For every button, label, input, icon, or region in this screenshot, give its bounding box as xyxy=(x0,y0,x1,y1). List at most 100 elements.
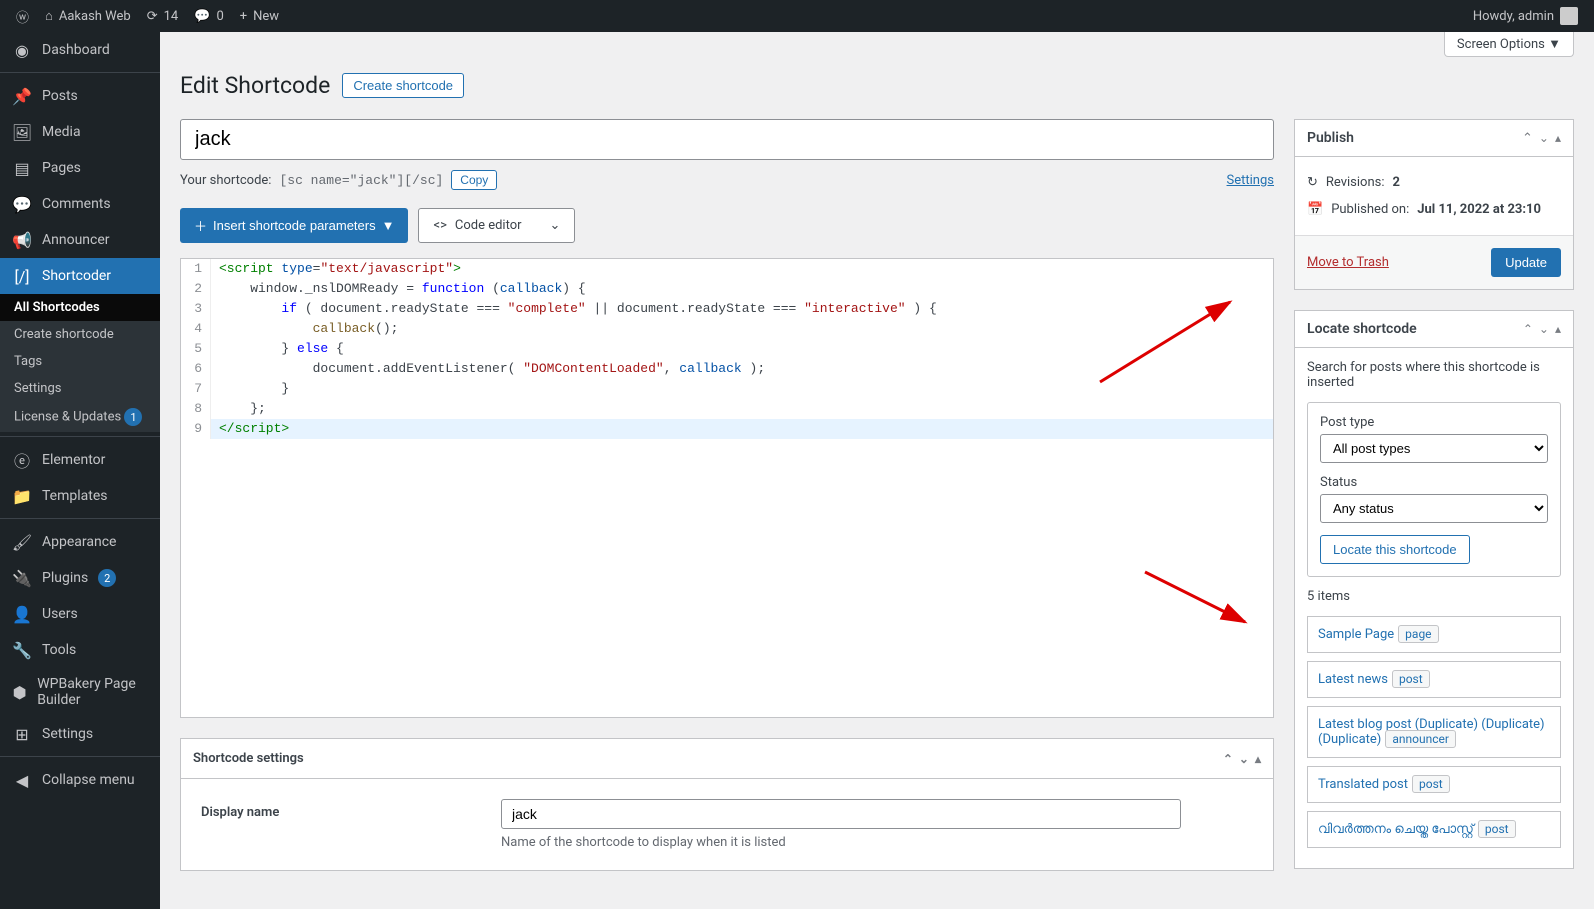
dashboard-icon: ◉ xyxy=(12,40,32,60)
screen-options-toggle[interactable]: Screen Options ▼ xyxy=(1444,32,1574,57)
copy-button[interactable]: Copy xyxy=(451,170,497,190)
result-item: വിവർത്തനം ചെയ്ത പോസ്റ്റ്post xyxy=(1307,811,1561,848)
chevron-down-icon[interactable]: ⌄ xyxy=(1539,131,1549,146)
settings-link[interactable]: Settings xyxy=(1227,173,1274,188)
comments-count: 0 xyxy=(216,9,223,24)
submenu-all-shortcodes[interactable]: All Shortcodes xyxy=(0,294,160,321)
sidebar-item-comments[interactable]: 💬Comments xyxy=(0,186,160,222)
locate-title: Locate shortcode xyxy=(1307,321,1417,337)
submenu-create-shortcode[interactable]: Create shortcode xyxy=(0,321,160,348)
sidebar-item-users[interactable]: 👤Users xyxy=(0,596,160,632)
site-name[interactable]: ⌂Aakash Web xyxy=(37,0,139,32)
my-account[interactable]: Howdy, admin xyxy=(1465,0,1586,32)
sidebar-item-plugins[interactable]: 🔌Plugins 2 xyxy=(0,560,160,596)
sidebar-item-label: Templates xyxy=(42,488,108,504)
sidebar-item-label: Settings xyxy=(42,726,93,742)
shortcoder-submenu: All Shortcodes Create shortcode Tags Set… xyxy=(0,294,160,432)
submenu-license[interactable]: License & Updates 1 xyxy=(0,402,160,432)
update-button[interactable]: Update xyxy=(1491,248,1561,277)
insert-parameters-button[interactable]: ＋Insert shortcode parameters▼ xyxy=(180,208,408,243)
sidebar-item-wpbakery[interactable]: ⬢WPBakery Page Builder xyxy=(0,668,160,716)
wp-logo[interactable]: ⓦ xyxy=(8,0,37,32)
create-shortcode-button[interactable]: Create shortcode xyxy=(342,73,464,98)
toggle-icon[interactable]: ▴ xyxy=(1555,131,1561,146)
comment-icon: 💬 xyxy=(194,9,210,24)
howdy-label: Howdy, admin xyxy=(1473,9,1554,24)
result-type: post xyxy=(1412,775,1450,793)
result-link[interactable]: Translated post xyxy=(1318,777,1408,792)
move-to-trash-link[interactable]: Move to Trash xyxy=(1307,255,1389,270)
editor-label: Code editor xyxy=(455,218,522,233)
chevron-up-icon[interactable]: ⌃⌄▴ xyxy=(1522,131,1561,146)
result-type: announcer xyxy=(1385,730,1456,748)
sidebar-item-pages[interactable]: ▤Pages xyxy=(0,150,160,186)
sidebar-item-elementor[interactable]: ⓔElementor xyxy=(0,442,160,478)
result-link[interactable]: Latest news xyxy=(1318,672,1388,687)
line-number: 2 xyxy=(181,279,211,299)
submenu-label: License & Updates xyxy=(14,410,121,425)
sidebar-item-settings[interactable]: ⊞Settings xyxy=(0,716,160,752)
chevron-up-icon[interactable]: ⌃ xyxy=(1523,322,1533,336)
new-label: New xyxy=(253,9,279,24)
page-title: Edit Shortcode xyxy=(180,72,330,99)
sidebar-item-posts[interactable]: 📌Posts xyxy=(0,78,160,114)
shortcoder-icon: [/] xyxy=(12,266,32,286)
updates[interactable]: ⟳14 xyxy=(139,0,187,32)
sidebar-item-templates[interactable]: 📁 Templates xyxy=(0,478,160,514)
line-number: 5 xyxy=(181,339,211,359)
line-number: 4 xyxy=(181,319,211,339)
sidebar-item-announcer[interactable]: 📢Announcer xyxy=(0,222,160,258)
sidebar-item-dashboard[interactable]: ◉ Dashboard xyxy=(0,32,160,68)
sidebar-item-label: Announcer xyxy=(42,232,110,248)
collapse-icon: ◀ xyxy=(12,770,32,790)
admin-sidebar: ◉ Dashboard 📌Posts 🖼Media ▤Pages 💬Comment… xyxy=(0,32,160,909)
sidebar-item-appearance[interactable]: 🖌Appearance xyxy=(0,524,160,560)
shortcode-code: [sc name="jack"][/sc] xyxy=(279,173,443,188)
revisions-icon: ↻ xyxy=(1307,175,1318,190)
published-label: Published on: xyxy=(1331,202,1409,217)
submenu-settings[interactable]: Settings xyxy=(0,375,160,402)
sidebar-item-label: Pages xyxy=(42,160,81,176)
locate-button[interactable]: Locate this shortcode xyxy=(1320,535,1470,564)
submenu-tags[interactable]: Tags xyxy=(0,348,160,375)
publish-box: Publish ⌃⌄▴ ↻Revisions: 2 📅Published on:… xyxy=(1294,119,1574,290)
code-editor[interactable]: 1<script type="text/javascript"> 2 windo… xyxy=(180,258,1274,718)
line-number: 9 xyxy=(181,419,211,439)
display-name-desc: Name of the shortcode to display when it… xyxy=(501,835,1253,850)
toggle-icon[interactable]: ▴ xyxy=(1255,752,1261,766)
result-link[interactable]: വിവർത്തനം ചെയ്ത പോസ്റ്റ് xyxy=(1318,822,1474,837)
brush-icon: 🖌 xyxy=(12,532,32,552)
comments[interactable]: 💬0 xyxy=(186,0,232,32)
editor-type-select[interactable]: <>Code editor⌄ xyxy=(418,208,575,243)
sidebar-item-collapse[interactable]: ◀ Collapse menu xyxy=(0,762,160,798)
sidebar-item-tools[interactable]: 🔧Tools xyxy=(0,632,160,668)
sidebar-item-label: Dashboard xyxy=(42,42,110,58)
menu-separator xyxy=(0,514,160,519)
wrench-icon: 🔧 xyxy=(12,640,32,660)
plugin-icon: 🔌 xyxy=(12,568,32,588)
published-date: Jul 11, 2022 at 23:10 xyxy=(1417,202,1541,217)
post-type-select[interactable]: All post types xyxy=(1320,434,1548,463)
result-link[interactable]: Sample Page xyxy=(1318,627,1394,642)
status-label: Status xyxy=(1320,475,1548,490)
result-item: Sample Pagepage xyxy=(1307,616,1561,653)
chevron-down-icon[interactable]: ⌄ xyxy=(1239,752,1249,766)
chevron-down-icon[interactable]: ⌄ xyxy=(1539,322,1549,336)
sidebar-item-shortcoder[interactable]: [/]Shortcoder xyxy=(0,258,160,294)
chevron-up-icon[interactable]: ⌃ xyxy=(1223,752,1233,766)
shortcode-title-input[interactable] xyxy=(180,119,1274,160)
revisions-count: 2 xyxy=(1393,175,1400,190)
new-content[interactable]: +New xyxy=(232,0,287,32)
updates-count: 14 xyxy=(164,9,179,24)
wordpress-icon: ⓦ xyxy=(16,7,29,26)
status-select[interactable]: Any status xyxy=(1320,494,1548,523)
toggle-icon[interactable]: ▴ xyxy=(1555,322,1561,336)
sidebar-item-label: Collapse menu xyxy=(42,772,135,788)
sidebar-item-label: Plugins xyxy=(42,570,88,586)
sidebar-item-media[interactable]: 🖼Media xyxy=(0,114,160,150)
display-name-input[interactable] xyxy=(501,799,1181,829)
result-item: Translated post post xyxy=(1307,766,1561,803)
code-icon: <> xyxy=(433,218,446,233)
folder-icon: 📁 xyxy=(12,486,32,506)
line-number: 8 xyxy=(181,399,211,419)
